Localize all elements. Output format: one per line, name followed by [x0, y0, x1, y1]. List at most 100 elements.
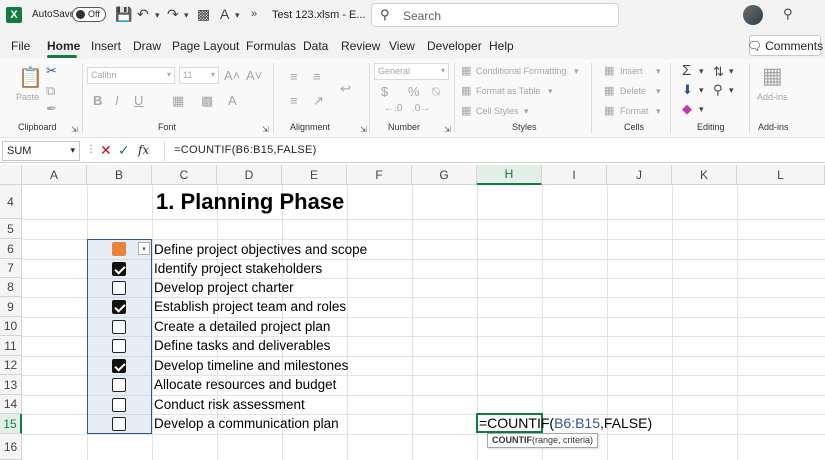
column-header[interactable]: L [737, 165, 825, 185]
row-header[interactable]: 6 [0, 239, 22, 259]
task-cell[interactable]: Define tasks and deliverables [154, 338, 330, 353]
more-options-icon[interactable]: ⋮ [86, 144, 96, 155]
row-header[interactable]: 7 [0, 259, 22, 278]
column-header[interactable]: G [412, 165, 477, 185]
row-header[interactable]: 14 [0, 395, 22, 414]
underline-icon[interactable]: U [134, 93, 143, 108]
row-header[interactable]: 4 [0, 185, 22, 219]
checkbox-row-15[interactable] [112, 417, 126, 431]
column-header[interactable]: J [607, 165, 672, 185]
task-cell[interactable]: Allocate resources and budget [154, 377, 336, 392]
wrap-text-icon[interactable]: ↩ [340, 81, 351, 97]
tab-page-layout[interactable]: Page Layout [172, 39, 239, 53]
autosave-toggle[interactable]: Off [72, 7, 106, 22]
tab-review[interactable]: Review [341, 39, 380, 53]
font-size-dropdown[interactable]: 11 ▾ [179, 67, 219, 84]
cell-styles-button[interactable]: Cell Styles [476, 106, 519, 116]
row-header[interactable]: 12 [0, 356, 22, 375]
borders-icon[interactable]: ▦ [172, 93, 184, 109]
checkbox-menu-icon[interactable]: ▾ [138, 242, 150, 255]
checkbox-row-12[interactable] [112, 359, 126, 373]
font-color-dropdown-icon[interactable]: ▾ [235, 10, 240, 21]
enter-icon[interactable]: ✓ [118, 142, 130, 159]
font-color-ribbon-icon[interactable]: A [228, 93, 237, 108]
task-cell[interactable]: Create a detailed project plan [154, 319, 330, 334]
tab-draw[interactable]: Draw [133, 39, 161, 53]
task-cell[interactable]: Develop timeline and milestones [154, 358, 348, 373]
column-header[interactable]: E [282, 165, 347, 185]
decrease-decimal-icon[interactable]: .0→ [412, 103, 430, 114]
clear-icon[interactable]: ◆ [682, 101, 692, 117]
paste-icon[interactable]: 📋 [18, 65, 43, 90]
task-cell[interactable]: Establish project team and roles [154, 299, 346, 314]
tab-help[interactable]: Help [489, 39, 514, 53]
row-header[interactable]: 10 [0, 317, 22, 336]
fill-down-icon[interactable]: ⬇ [682, 82, 693, 98]
chevron-down-icon[interactable]: ▾ [699, 104, 704, 115]
align-center-icon[interactable]: ≡ [313, 69, 321, 84]
font-name-dropdown[interactable]: Calibri ▾ [87, 67, 175, 84]
task-cell[interactable]: Conduct risk assessment [154, 397, 305, 412]
italic-icon[interactable]: I [115, 93, 119, 108]
alignment-launcher-icon[interactable]: ⇲ [360, 125, 367, 134]
increase-font-icon[interactable]: A˄ [224, 68, 240, 83]
checkbox-row-11[interactable] [112, 339, 126, 353]
row-header[interactable]: 9 [0, 297, 22, 317]
customize-qat-icon[interactable]: » [251, 8, 257, 20]
checkbox-row-14[interactable] [112, 398, 126, 412]
conditional-formatting-button[interactable]: Conditional Formatting [476, 66, 567, 76]
insert-button[interactable]: Insert [620, 66, 643, 76]
align-lines-icon[interactable]: ≡ [290, 93, 298, 108]
tab-insert[interactable]: Insert [91, 39, 121, 53]
select-all-corner[interactable] [0, 165, 22, 185]
font-launcher-icon[interactable]: ⇲ [262, 125, 269, 134]
tab-data[interactable]: Data [303, 39, 328, 53]
format-painter-icon[interactable]: ✒ [46, 101, 57, 117]
fill-color-icon[interactable]: ▩ [197, 6, 210, 23]
copy-icon[interactable]: ⧉ [46, 83, 55, 99]
bold-icon[interactable]: B [93, 93, 102, 108]
number-format-dropdown[interactable]: General ▾ [374, 63, 449, 80]
add-ins-icon[interactable]: ▦ [762, 63, 783, 89]
comma-style-icon[interactable]: ⍉ [432, 84, 440, 100]
column-header[interactable]: I [542, 165, 607, 185]
insert-function-icon[interactable]: fx [138, 143, 149, 157]
tab-file[interactable]: File [11, 39, 30, 53]
sort-filter-icon[interactable]: ⇅ [713, 64, 724, 80]
formula-input[interactable]: =COUNTIF(B6:B15,FALSE) [174, 144, 317, 156]
font-color-icon[interactable]: A [220, 6, 229, 22]
number-launcher-icon[interactable]: ⇲ [444, 125, 451, 134]
comments-button[interactable]: 🗨 Comments [747, 35, 823, 56]
find-select-icon[interactable]: ⚲ [713, 82, 723, 98]
format-as-table-button[interactable]: Format as Table [476, 86, 540, 96]
percent-icon[interactable]: % [408, 84, 420, 99]
column-header-selected[interactable]: H [477, 165, 542, 185]
row-header[interactable]: 11 [0, 336, 22, 356]
task-cell[interactable]: Develop a communication plan [154, 416, 339, 431]
checkbox-row-9[interactable] [112, 300, 126, 314]
chevron-down-icon[interactable]: ▾ [699, 85, 704, 96]
row-header[interactable]: 8 [0, 278, 22, 297]
column-header[interactable]: K [672, 165, 737, 185]
checkbox-row-8[interactable] [112, 281, 126, 295]
row-header[interactable]: 5 [0, 219, 22, 239]
redo-icon[interactable]: ↷ [167, 6, 179, 23]
checkbox-row-10[interactable] [112, 320, 126, 334]
cancel-icon[interactable]: ✕ [100, 142, 112, 159]
orientation-icon[interactable]: ↗ [313, 93, 324, 109]
tooltip-function-name[interactable]: COUNTIF [492, 435, 532, 445]
decrease-font-icon[interactable]: A˅ [246, 68, 262, 83]
checkbox-row-13[interactable] [112, 378, 126, 392]
row-header[interactable]: 13 [0, 375, 22, 395]
fill-color-ribbon-icon[interactable]: ▩ [201, 93, 213, 109]
checkbox-row-6[interactable] [112, 242, 126, 256]
column-header[interactable]: F [347, 165, 412, 185]
add-ins-button[interactable]: Add-ins [757, 92, 788, 102]
cell-edit-text[interactable]: =COUNTIF(B6:B15,FALSE) [479, 415, 652, 431]
redo-dropdown-icon[interactable]: ▾ [184, 10, 189, 21]
column-header[interactable]: A [22, 165, 87, 185]
format-button[interactable]: Format [620, 106, 649, 116]
column-header[interactable]: C [152, 165, 217, 185]
user-avatar[interactable] [743, 5, 763, 25]
column-header[interactable]: D [217, 165, 282, 185]
